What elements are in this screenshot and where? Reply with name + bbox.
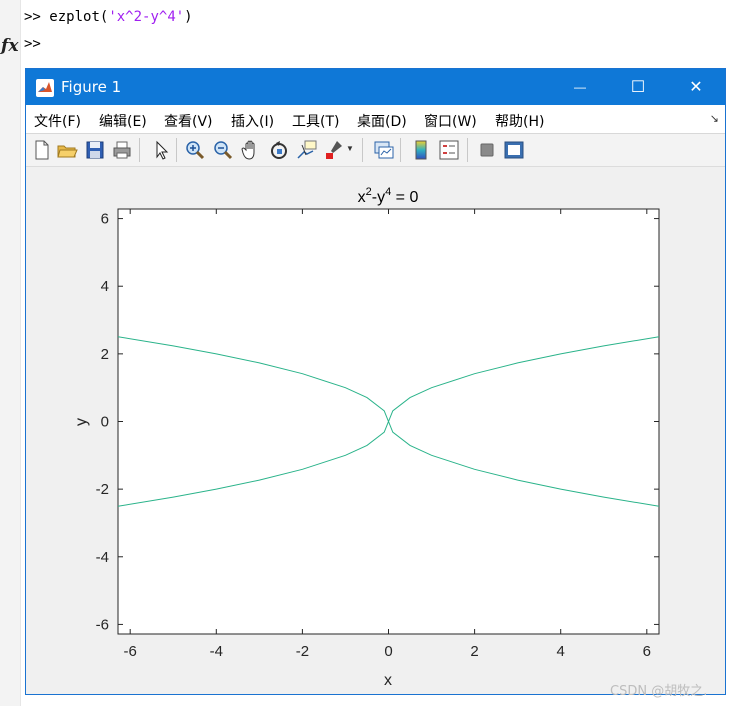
brush-dropdown-icon[interactable]: ▼ xyxy=(346,144,354,153)
x-axis-label: x xyxy=(384,672,392,689)
menu-file[interactable]: 文件(F) xyxy=(34,111,81,131)
minimize-icon: — xyxy=(574,80,586,94)
toolbar-separator xyxy=(400,138,401,162)
open-file-icon[interactable] xyxy=(56,139,78,161)
link-plot-icon[interactable] xyxy=(373,139,395,161)
x-tick-label: 6 xyxy=(643,643,651,660)
plot-area[interactable]: x2-y4 = 0 -6 -4 -2 0 2 4 6 -6 -4 -2 0 2 4 6 x y xyxy=(26,167,725,694)
menu-edit[interactable]: 编辑(E) xyxy=(99,111,147,131)
maximize-button[interactable]: ☐ xyxy=(609,69,667,105)
menu-desktop[interactable]: 桌面(D) xyxy=(357,111,407,131)
watermark: CSDN @胡牧之. xyxy=(610,684,708,699)
data-cursor-icon[interactable] xyxy=(296,139,318,161)
x-tick-label: 2 xyxy=(470,643,478,660)
y-tick-label: -4 xyxy=(96,549,109,566)
command-gutter xyxy=(0,0,21,706)
menu-tools[interactable]: 工具(T) xyxy=(292,111,339,131)
figure-titlebar[interactable]: Figure 1 — ☐ ✕ xyxy=(26,69,725,105)
legend-icon[interactable] xyxy=(438,139,460,161)
y-axis-label: y xyxy=(73,418,90,426)
new-figure-icon[interactable] xyxy=(31,139,53,161)
x-tick-label: 0 xyxy=(384,643,392,660)
command-function: ezplot( xyxy=(49,9,109,25)
maximize-icon: ☐ xyxy=(630,79,646,96)
brush-icon[interactable] xyxy=(323,139,345,161)
toolbar-separator xyxy=(139,138,140,162)
x-tick-label: 4 xyxy=(557,643,565,660)
pan-hand-icon[interactable] xyxy=(240,139,262,161)
figure-toolbar: ▼ xyxy=(26,134,725,167)
menu-dock-arrow-icon[interactable]: ↘ xyxy=(710,112,719,125)
save-icon[interactable] xyxy=(84,139,106,161)
print-icon[interactable] xyxy=(111,139,133,161)
toolbar-separator xyxy=(362,138,363,162)
y-tick-label: 2 xyxy=(101,346,109,363)
select-arrow-icon[interactable] xyxy=(150,139,172,161)
toolbar-separator xyxy=(176,138,177,162)
show-plot-tools-icon[interactable] xyxy=(503,139,525,161)
chart[interactable]: x2-y4 = 0 -6 -4 -2 0 2 4 6 -6 -4 -2 0 2 4 6 x y xyxy=(26,167,725,694)
menu-help[interactable]: 帮助(H) xyxy=(495,111,544,131)
zoom-in-icon[interactable] xyxy=(184,139,206,161)
colorbar-icon[interactable] xyxy=(410,139,432,161)
matlab-logo-icon xyxy=(36,79,54,97)
chart-title: x2-y4 = 0 xyxy=(358,186,419,206)
figure-window[interactable]: Figure 1 — ☐ ✕ 文件(F) 编辑(E) 查看(V) 插入(I) 工… xyxy=(25,68,726,695)
y-tick-label: 4 xyxy=(101,278,109,295)
y-tick-label: -2 xyxy=(96,481,109,498)
svg-text:x2-y4 = 0: x2-y4 = 0 xyxy=(358,186,419,206)
menu-view[interactable]: 查看(V) xyxy=(164,111,213,131)
minimize-button[interactable]: — xyxy=(551,69,609,105)
toolbar-separator xyxy=(467,138,468,162)
close-icon: ✕ xyxy=(689,79,703,96)
rotate-3d-icon[interactable] xyxy=(268,139,290,161)
menu-insert[interactable]: 插入(I) xyxy=(231,111,274,131)
function-browser-icon[interactable]: fx xyxy=(1,36,18,56)
zoom-out-icon[interactable] xyxy=(212,139,234,161)
menu-bar: 文件(F) 编辑(E) 查看(V) 插入(I) 工具(T) 桌面(D) 窗口(W… xyxy=(26,105,725,134)
x-tick-label: -2 xyxy=(296,643,309,660)
close-button[interactable]: ✕ xyxy=(667,69,725,105)
x-tick-label: -4 xyxy=(210,643,223,660)
y-tick-label: 6 xyxy=(101,211,109,228)
hide-plot-tools-icon[interactable] xyxy=(476,139,498,161)
x-tick-label: -6 xyxy=(124,643,137,660)
menu-window[interactable]: 窗口(W) xyxy=(424,111,477,131)
figure-title: Figure 1 xyxy=(61,78,122,96)
y-tick-label: 0 xyxy=(101,414,109,431)
command-history-line: >> ezplot('x^2-y^4') xyxy=(24,9,193,25)
command-string-arg: 'x^2-y^4' xyxy=(108,9,185,25)
command-prompt[interactable]: >> xyxy=(24,36,41,52)
y-tick-label: -6 xyxy=(96,616,109,633)
